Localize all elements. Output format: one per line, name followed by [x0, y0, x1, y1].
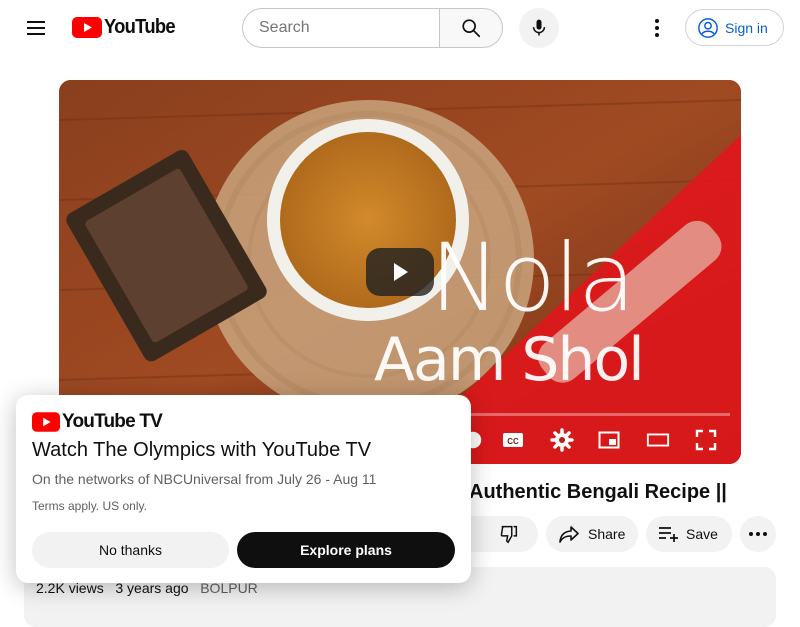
- dislike-button[interactable]: [470, 516, 538, 552]
- dot-icon: [763, 532, 767, 536]
- settings-button[interactable]: [550, 428, 574, 452]
- miniplayer-button[interactable]: [597, 428, 621, 452]
- miniplayer-icon: [598, 431, 620, 449]
- sign-in-label: Sign in: [725, 19, 768, 36]
- more-actions-button[interactable]: [740, 516, 776, 552]
- dot-icon: [756, 532, 760, 536]
- share-label: Share: [588, 526, 626, 542]
- search-input[interactable]: [242, 8, 440, 48]
- promo-title: Watch The Olympics with YouTube TV: [32, 439, 372, 461]
- youtube-tv-logo-text: YouTube TV: [62, 411, 163, 432]
- fullscreen-icon: [695, 429, 717, 451]
- sign-in-button[interactable]: Sign in: [685, 9, 784, 46]
- share-icon: [559, 526, 579, 543]
- save-button[interactable]: Save: [646, 516, 732, 552]
- search-icon: [462, 19, 481, 38]
- youtube-play-icon: [32, 412, 60, 432]
- fullscreen-button[interactable]: [694, 428, 718, 452]
- video-title: Authentic Bengali Recipe ||: [469, 481, 727, 503]
- share-button[interactable]: Share: [546, 516, 638, 552]
- youtube-tv-logo: YouTube TV: [32, 411, 163, 433]
- no-thanks-button[interactable]: No thanks: [32, 532, 229, 568]
- thumbnail-title-line1: Nola: [430, 224, 636, 333]
- promo-terms: Terms apply. US only.: [32, 499, 147, 513]
- gear-icon: [550, 428, 574, 452]
- youtube-play-icon: [72, 17, 102, 38]
- settings-more-icon[interactable]: [642, 13, 672, 43]
- logo-text: YouTube: [104, 16, 176, 38]
- explore-plans-button[interactable]: Explore plans: [237, 532, 455, 568]
- play-icon: [394, 263, 408, 281]
- svg-text:CC: CC: [507, 437, 519, 446]
- search-button[interactable]: [439, 8, 503, 48]
- youtube-tv-promo-dialog: YouTube TV Watch The Olympics with YouTu…: [16, 395, 471, 583]
- microphone-icon: [532, 19, 546, 36]
- thumbs-down-icon: [500, 525, 518, 544]
- youtube-logo[interactable]: YouTube: [72, 16, 181, 39]
- closed-captions-icon: CC: [503, 433, 523, 447]
- menu-icon[interactable]: [18, 10, 54, 46]
- subtitles-button[interactable]: CC: [501, 428, 525, 452]
- thumbnail-title-line2: Aam Shol: [374, 325, 645, 395]
- account-icon: [698, 17, 718, 38]
- theater-mode-icon: [646, 433, 670, 447]
- play-button[interactable]: [366, 248, 434, 296]
- masthead: YouTube Sign in: [0, 0, 800, 56]
- dot-icon: [749, 532, 753, 536]
- voice-search-button[interactable]: [519, 8, 559, 48]
- add-to-playlist-icon: [659, 527, 678, 542]
- promo-subtitle: On the networks of NBCUniversal from Jul…: [32, 471, 377, 487]
- save-label: Save: [686, 526, 718, 542]
- theater-mode-button[interactable]: [646, 428, 670, 452]
